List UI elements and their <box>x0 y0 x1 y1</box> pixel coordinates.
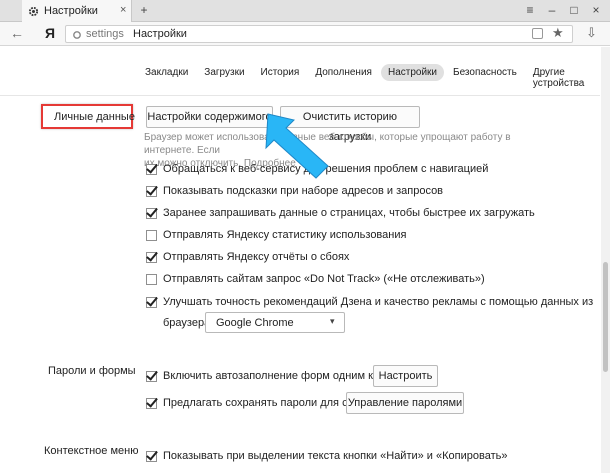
checkbox[interactable] <box>146 229 157 241</box>
url-page: Настройки <box>133 28 187 40</box>
tab-close-icon[interactable]: × <box>120 4 126 16</box>
option-label: Предлагать сохранять пароли для сайтов <box>163 397 377 409</box>
checkbox[interactable] <box>146 296 157 308</box>
tab-bookmarks[interactable]: Закладки <box>138 64 195 81</box>
option-prefetch-pages[interactable]: Заранее запрашивать данные о страницах, … <box>146 207 535 219</box>
gear-icon <box>28 6 39 17</box>
option-label: Отправлять Яндексу статистику использова… <box>163 229 407 241</box>
scrollbar-thumb[interactable] <box>603 262 608 372</box>
checkbox[interactable] <box>146 397 157 409</box>
description-line-1: Браузер может использовать разные веб-сл… <box>144 132 511 156</box>
option-send-crash-reports[interactable]: Отправлять Яндексу отчёты о сбоях <box>146 251 349 263</box>
close-window-icon[interactable]: × <box>588 2 604 18</box>
option-label: Заранее запрашивать данные о страницах, … <box>163 207 535 219</box>
option-label: Улучшать точность рекомендаций Дзена и к… <box>163 296 594 308</box>
option-label: Отправлять сайтам запрос «Do Not Track» … <box>163 273 485 285</box>
url-host: settings <box>86 28 124 40</box>
checkbox[interactable] <box>146 370 157 382</box>
option-zen-recommendations[interactable]: Улучшать точность рекомендаций Дзена и к… <box>146 296 593 308</box>
address-bar: ← Я settings Настройки ★ ⇩ <box>0 22 610 46</box>
checkbox[interactable] <box>146 207 157 219</box>
section-label-context-menu: Контекстное меню <box>44 445 139 457</box>
yandex-logo[interactable]: Я <box>45 25 55 41</box>
tab-security[interactable]: Безопасность <box>446 64 524 81</box>
checkbox[interactable] <box>146 273 157 285</box>
manage-passwords-button[interactable]: Управление паролями <box>346 392 464 414</box>
checkbox[interactable] <box>146 251 157 263</box>
tab-downloads[interactable]: Загрузки <box>197 64 251 81</box>
vertical-scrollbar[interactable] <box>601 47 610 473</box>
tab-history[interactable]: История <box>254 64 307 81</box>
section-label-personal-data: Личные данные <box>54 111 135 123</box>
back-arrow-icon[interactable]: ← <box>10 25 24 41</box>
option-address-suggestions[interactable]: Показывать подсказки при наборе адресов … <box>146 185 443 197</box>
content-settings-button[interactable]: Настройки содержимого <box>146 106 273 128</box>
option-label: Показывать при выделении текста кнопки «… <box>163 450 508 462</box>
minimize-icon[interactable]: – <box>544 2 560 18</box>
section-label-passwords: Пароли и формы <box>48 365 136 377</box>
bookmark-star-icon[interactable]: ★ <box>552 25 564 41</box>
configure-autofill-button[interactable]: Настроить <box>373 365 438 387</box>
option-send-usage-stats[interactable]: Отправлять Яндексу статистику использова… <box>146 229 406 241</box>
url-input[interactable]: settings Настройки <box>65 25 573 43</box>
protect-icon[interactable] <box>532 28 543 39</box>
tab-extensions[interactable]: Дополнения <box>308 64 379 81</box>
option-do-not-track[interactable]: Отправлять сайтам запрос «Do Not Track» … <box>146 273 485 285</box>
annotation-arrow-icon <box>265 113 329 179</box>
checkbox[interactable] <box>146 185 157 197</box>
settings-page-icon <box>73 31 81 39</box>
browser-source-select[interactable]: Google Chrome ▾ <box>205 312 345 333</box>
settings-nav: Закладки Загрузки История Дополнения Нас… <box>138 64 610 89</box>
option-label: Показывать подсказки при наборе адресов … <box>163 185 444 197</box>
browser-menu-icon[interactable]: ≡ <box>522 2 538 18</box>
chevron-down-icon: ▾ <box>330 316 335 326</box>
tab-title: Настройки <box>44 5 98 17</box>
option-search-copy-buttons[interactable]: Показывать при выделении текста кнопки «… <box>146 450 507 462</box>
option-autofill-forms[interactable]: Включить автозаполнение форм одним клико… <box>146 370 404 382</box>
option-save-passwords[interactable]: Предлагать сохранять пароли для сайтов <box>146 397 377 409</box>
tab-other-devices[interactable]: Другие устройства <box>526 64 608 89</box>
select-value: Google Chrome <box>216 317 294 329</box>
downloads-icon[interactable]: ⇩ <box>586 25 597 41</box>
tab-settings[interactable]: Настройки <box>380 64 445 81</box>
title-bar: Настройки × + ≡ – □ × <box>0 0 610 22</box>
new-tab-button[interactable]: + <box>136 2 152 18</box>
divider <box>0 95 600 96</box>
checkbox[interactable] <box>146 450 157 462</box>
maximize-icon[interactable]: □ <box>566 2 582 18</box>
option-label: Включить автозаполнение форм одним клико… <box>163 370 405 382</box>
option-label: Отправлять Яндексу отчёты о сбоях <box>163 251 350 263</box>
checkbox[interactable] <box>146 163 157 175</box>
browser-tab[interactable]: Настройки × <box>22 0 132 22</box>
